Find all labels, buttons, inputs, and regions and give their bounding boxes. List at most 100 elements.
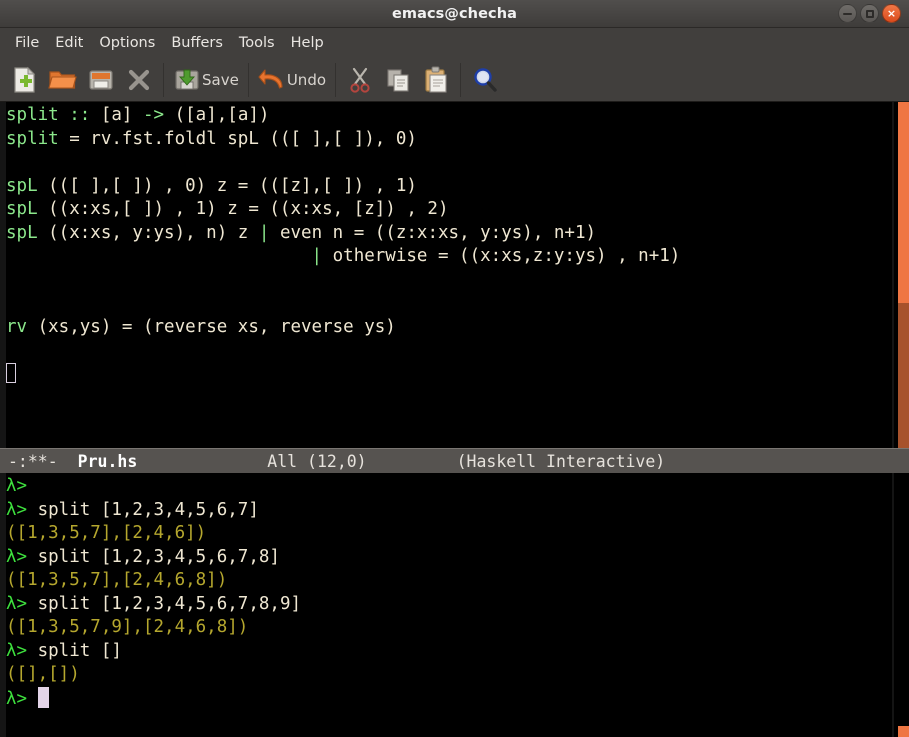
new-file-icon [14,66,36,93]
maximize-icon [865,9,874,18]
repl-scrollbar-thumb[interactable] [898,726,909,737]
toolbar-separator-1 [163,62,164,97]
menu-item-tools[interactable]: Tools [232,33,282,53]
repl-scrollbar-trough[interactable] [898,473,909,737]
toolbar-separator-2 [247,62,249,97]
copy-button[interactable] [379,61,417,99]
search-button[interactable] [466,61,504,99]
repl-prompt: λ> [6,546,28,567]
repl-window: λ> λ> split [1,2,3,4,5,6,7] ([1,3,5,7],[2,… [0,473,909,737]
repl-input-text: split [] [27,640,122,661]
code-point-cursor [6,362,16,383]
repl-input-line: λ> split [1,2,3,4,5,6,7,8] [6,546,892,570]
title-bar: emacs@checha × [0,0,909,28]
code-line: split :: [a] -> ([a],[a]) [6,104,892,128]
toolbar-separator-3 [335,62,337,97]
undo-icon [258,68,283,89]
close-buffer-button[interactable] [120,61,158,99]
minimize-button[interactable] [838,4,857,23]
minimize-icon [843,12,852,15]
repl-output-text: ([1,3,5,7],[2,4,6]) [6,523,207,543]
menu-item-options[interactable]: Options [92,33,162,53]
maximize-button[interactable] [860,4,879,23]
open-file-button[interactable] [44,61,82,99]
code-line [6,362,892,387]
code-window: split :: [a] -> ([a],[a]) split = rv.fst.… [0,102,909,448]
code-line: spL ((x:xs, y:ys), n) z | even n = ((z:x… [6,222,892,246]
code-token: ((x:xs, y:ys), n) z [37,222,259,243]
cut-button[interactable] [341,61,379,99]
mode-line-flags: -:**- [8,451,58,471]
menu-item-edit[interactable]: Edit [48,33,90,53]
code-line: split = rv.fst.foldl spL (([ ],[ ]), 0) [6,128,892,152]
code-token: split [6,128,59,149]
code-buffer-text[interactable]: split :: [a] -> ([a],[a]) split = rv.fst.… [6,102,892,448]
code-scrollbar-thumb[interactable] [898,102,909,303]
repl-output-line: ([1,3,5,7,9],[2,4,6,8]) [6,616,892,640]
repl-prompt: λ> [6,476,28,496]
mode-line-position: All (12,0) [267,451,367,471]
code-token: (xs,ys) = (reverse xs, reverse ys) [27,316,396,337]
code-token: spL [6,222,38,243]
save-button-label: Save [202,70,239,89]
repl-input-line: λ> split [1,2,3,4,5,6,7,8,9] [6,593,892,617]
repl-prompt: λ> [6,499,28,520]
mode-line-major-mode: (Haskell Interactive) [456,451,666,471]
menu-item-help[interactable]: Help [284,33,331,53]
save-as-icon [89,69,113,90]
close-button[interactable]: × [882,4,901,23]
code-scrollbar-shadow [898,302,909,448]
repl-input-line: λ> [6,686,892,711]
code-scrollbar[interactable] [892,102,909,448]
code-line: rv (xs,ys) = (reverse xs, reverse ys) [6,316,892,340]
repl-scrollbar[interactable] [892,473,909,737]
code-token: otherwise = ((x:xs,z:y:ys) , n+1) [322,246,681,266]
repl-output-text: ([1,3,5,7],[2,4,6,8]) [6,570,228,590]
repl-input-text: split [1,2,3,4,5,6,7,8] [27,546,280,567]
repl-input-text [27,689,38,709]
repl-prompt: λ> [6,640,28,661]
code-token: = rv.fst.foldl spL (([ ],[ ]), 0) [58,128,417,149]
repl-input-line: λ> split [] [6,640,892,664]
menu-bar: File Edit Options Buffers Tools Help [0,28,909,58]
menu-item-buffers[interactable]: Buffers [164,33,230,53]
code-token: split [6,105,59,125]
cut-scissors-icon [350,67,370,93]
code-token: spL [6,175,38,196]
code-token: | [258,222,270,243]
save-as-button[interactable] [82,61,120,99]
repl-output-line: ([],[]) [6,663,892,687]
repl-buffer-text[interactable]: λ> λ> split [1,2,3,4,5,6,7] ([1,3,5,7],[2,… [6,473,892,737]
code-token: rv [6,316,28,337]
new-file-button[interactable] [6,61,44,99]
mode-line[interactable]: -:**- Pru.hs All (12,0) (Haskell Interac… [0,448,909,473]
toolbar-separator-4 [460,62,462,97]
close-icon: × [886,7,897,20]
emacs-window: emacs@checha × File Edit Options Buffers… [0,0,909,737]
open-folder-icon [48,70,77,89]
repl-output-text: ([1,3,5,7,9],[2,4,6,8]) [6,617,249,637]
repl-prompt: λ> [6,688,28,709]
save-button[interactable]: Save [169,61,243,99]
undo-button[interactable]: Undo [254,61,330,99]
emacs-frame: split :: [a] -> ([a],[a]) split = rv.fst.… [0,102,909,737]
window-title: emacs@checha [391,5,518,22]
repl-output-line: ([1,3,5,7],[2,4,6,8]) [6,569,892,593]
copy-icon [387,68,409,92]
paste-button[interactable] [417,61,455,99]
paste-icon [425,66,447,93]
menu-item-file[interactable]: File [8,33,46,53]
mode-line-buffer-name: Pru.hs [77,451,138,471]
repl-output-line: ([1,3,5,7],[2,4,6]) [6,522,892,546]
code-token: even n = ((z:x:xs, y:ys), n+1) [269,222,597,243]
code-token: -> [143,105,165,125]
code-token: :: [69,105,91,125]
code-line: spL ((x:xs,[ ]) , 1) z = ((x:xs, [z]) , … [6,198,892,222]
repl-input-text: split [1,2,3,4,5,6,7,8,9] [27,593,302,614]
